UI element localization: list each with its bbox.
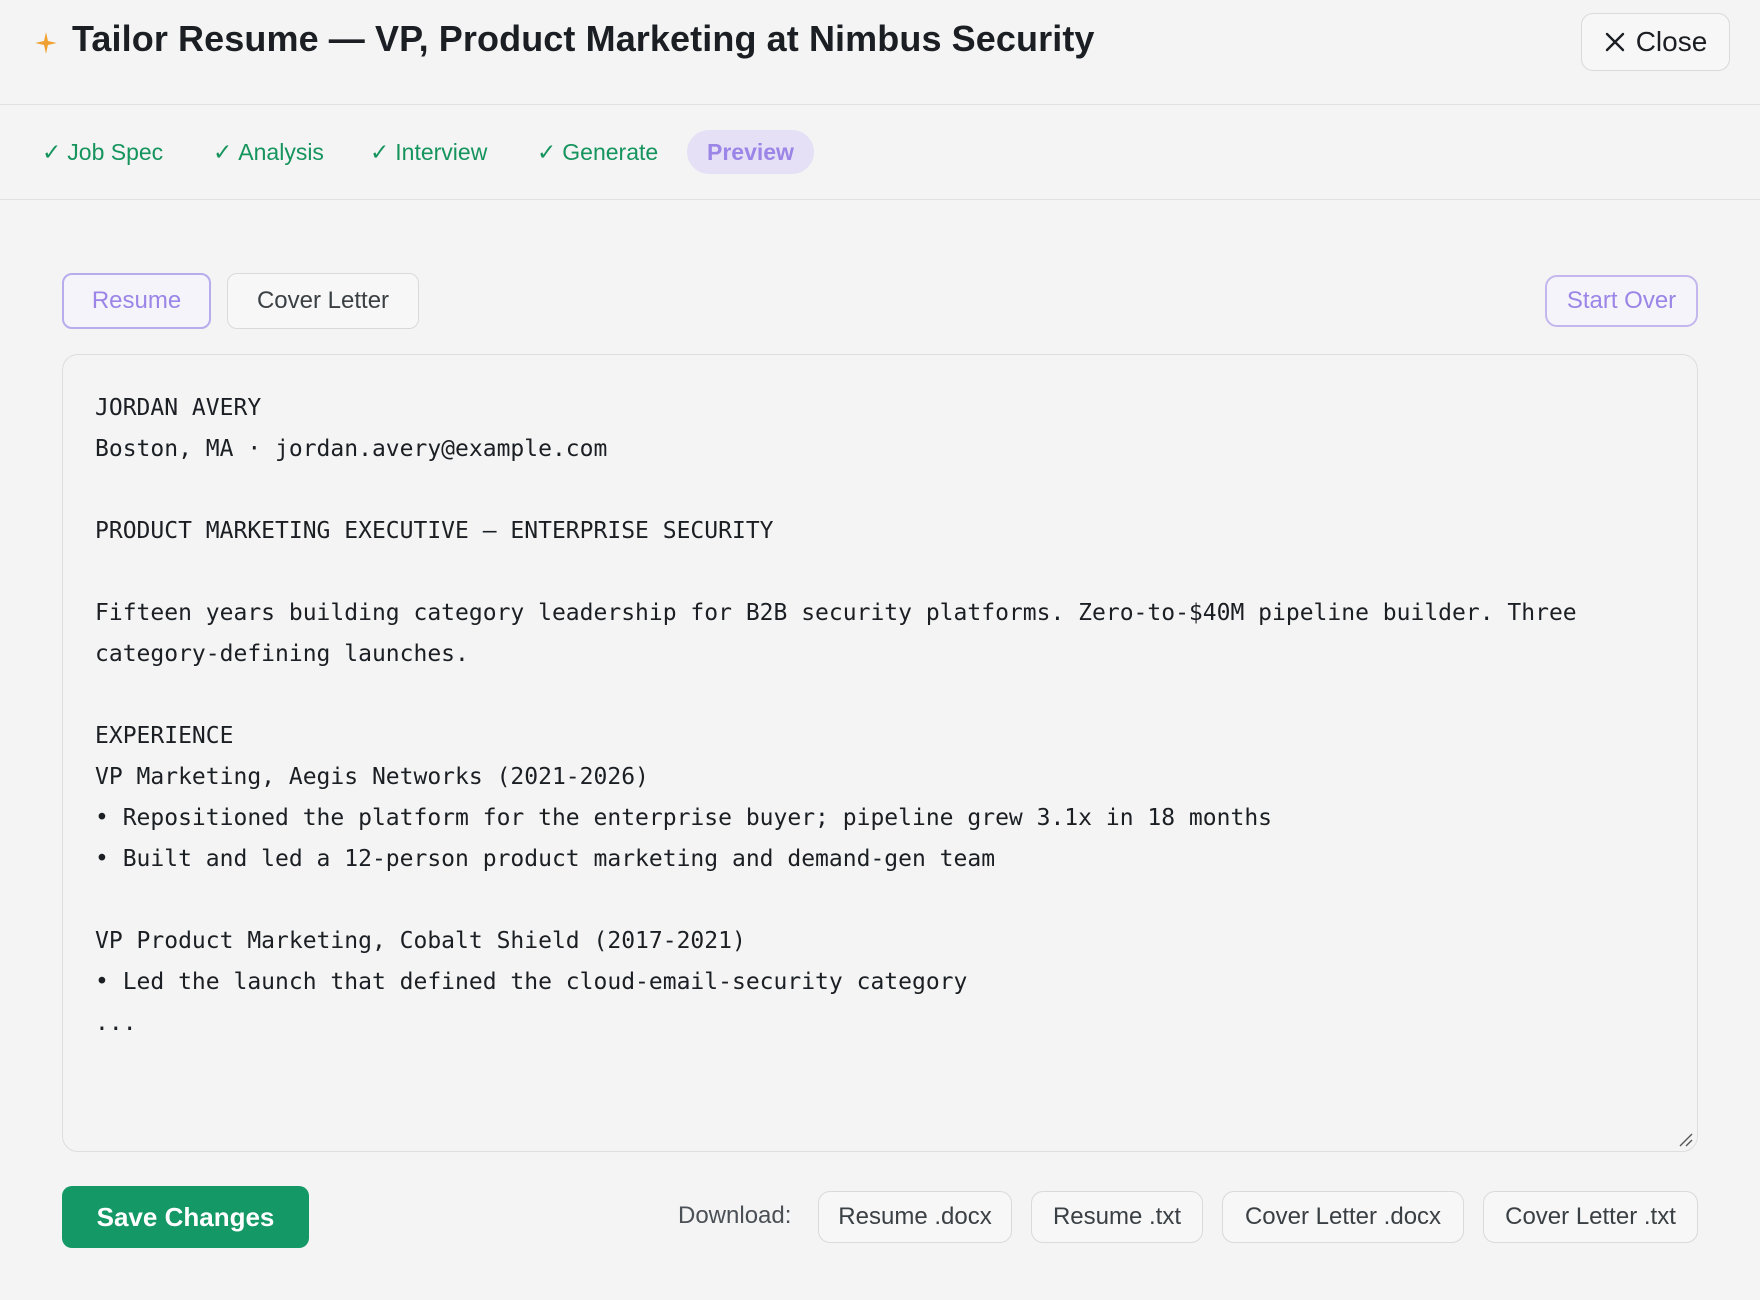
step-analysis[interactable]: ✓ Analysis xyxy=(213,130,324,174)
resize-handle-icon[interactable] xyxy=(1677,1131,1693,1147)
download-cover-letter-txt-button[interactable]: Cover Letter .txt xyxy=(1483,1191,1698,1243)
editor-line: EXPERIENCE xyxy=(95,723,234,749)
tab-cover-letter[interactable]: Cover Letter xyxy=(227,273,419,329)
start-over-button[interactable]: Start Over xyxy=(1545,275,1698,327)
step-preview[interactable]: Preview xyxy=(687,130,814,174)
editor-line: • Built and led a 12-person product mark… xyxy=(95,846,996,872)
editor-line: category-defining launches. xyxy=(95,641,469,667)
step-label: Generate xyxy=(562,138,659,165)
editor-line: Fifteen years building category leadersh… xyxy=(95,600,1577,626)
resume-text-editor[interactable]: JORDAN AVERY Boston, MA · jordan.avery@e… xyxy=(62,354,1698,1152)
dialog-title: Tailor Resume — VP, Product Marketing at… xyxy=(72,18,1095,59)
check-icon: ✓ xyxy=(537,138,557,165)
close-icon xyxy=(1605,32,1624,52)
save-changes-button[interactable]: Save Changes xyxy=(62,1186,309,1248)
step-generate[interactable]: ✓ Generate xyxy=(537,130,658,174)
wizard-steps: ✓ Job Spec ✓ Analysis ✓ Interview ✓ Gene… xyxy=(0,105,1760,200)
step-job-spec[interactable]: ✓ Job Spec xyxy=(42,130,163,174)
step-interview[interactable]: ✓ Interview xyxy=(370,130,487,174)
download-cover-letter-docx-button[interactable]: Cover Letter .docx xyxy=(1222,1191,1464,1243)
step-label: Job Spec xyxy=(67,138,164,165)
download-resume-docx-button[interactable]: Resume .docx xyxy=(818,1191,1012,1243)
download-resume-txt-button[interactable]: Resume .txt xyxy=(1031,1191,1203,1243)
dialog-header: Tailor Resume — VP, Product Marketing at… xyxy=(0,0,1760,105)
tab-resume[interactable]: Resume xyxy=(62,273,211,329)
close-button[interactable]: Close xyxy=(1581,13,1730,71)
download-label: Download: xyxy=(678,1202,792,1229)
step-label: Analysis xyxy=(238,138,324,165)
check-icon: ✓ xyxy=(370,138,390,165)
editor-line: • Repositioned the platform for the ente… xyxy=(95,805,1273,831)
editor-line: JORDAN AVERY xyxy=(95,395,262,421)
sparkle-icon xyxy=(33,30,59,56)
editor-line: ... xyxy=(95,1010,137,1036)
editor-line: PRODUCT MARKETING EXECUTIVE — ENTERPRISE… xyxy=(95,518,774,544)
editor-line: VP Product Marketing, Cobalt Shield (201… xyxy=(95,928,746,954)
check-icon: ✓ xyxy=(42,138,62,165)
editor-line: • Led the launch that defined the cloud-… xyxy=(95,969,968,995)
step-label: Interview xyxy=(395,138,488,165)
close-label: Close xyxy=(1635,26,1708,57)
step-label: Preview xyxy=(707,138,794,165)
editor-line: VP Marketing, Aegis Networks (2021-2026) xyxy=(95,764,649,790)
editor-line: Boston, MA · jordan.avery@example.com xyxy=(95,436,608,462)
check-icon: ✓ xyxy=(213,138,233,165)
